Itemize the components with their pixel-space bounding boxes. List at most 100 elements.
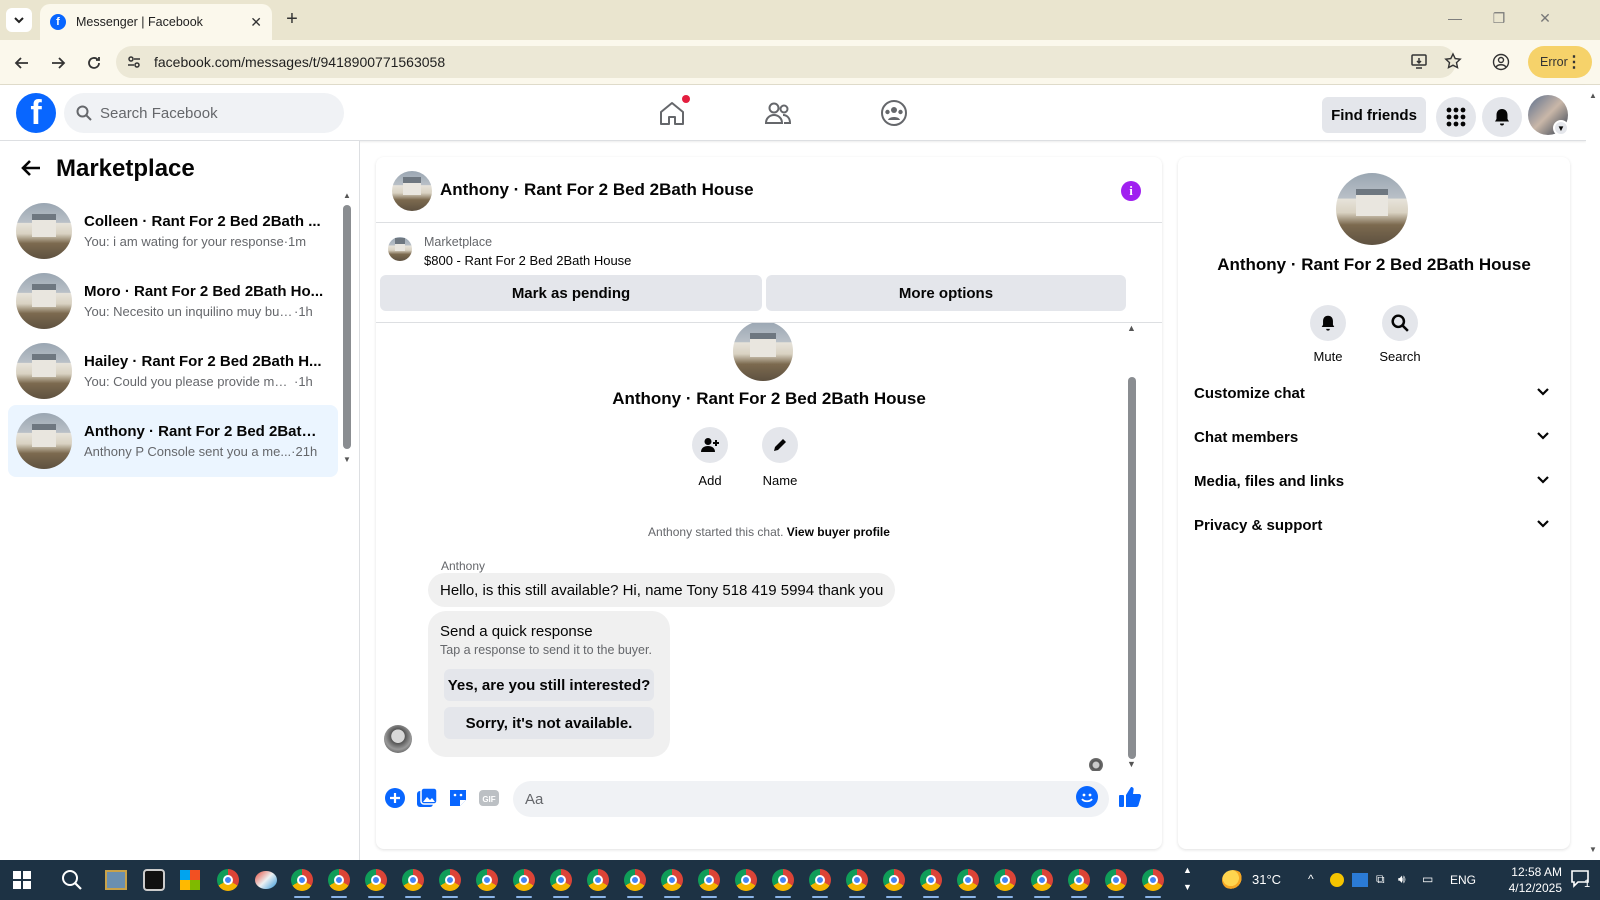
taskbar-chrome[interactable] <box>1139 866 1167 898</box>
scroll-down-icon[interactable]: ▼ <box>1127 759 1136 769</box>
taskbar-chrome[interactable] <box>510 866 538 898</box>
info-icon[interactable]: i <box>1121 181 1141 201</box>
taskbar-chrome[interactable] <box>732 866 760 898</box>
close-window-button[interactable]: ✕ <box>1530 10 1560 27</box>
profile-avatar[interactable] <box>1336 173 1408 245</box>
scroll-down-icon[interactable]: ▼ <box>1589 845 1597 854</box>
add-button[interactable]: Add <box>675 427 745 488</box>
taskbar-overflow-arrows[interactable]: ▲ ▼ <box>1183 862 1192 896</box>
reload-button[interactable] <box>82 51 106 75</box>
search-in-chat-button[interactable]: Search <box>1370 305 1430 364</box>
gif-button[interactable]: GIF <box>478 787 500 809</box>
browser-tab[interactable]: f Messenger | Facebook ✕ <box>40 4 272 40</box>
scroll-up-icon[interactable]: ▲ <box>1127 323 1136 333</box>
sender-avatar[interactable] <box>384 725 412 753</box>
name-button[interactable]: Name <box>745 427 815 488</box>
conversation-item[interactable]: Hailey · Rant For 2 Bed 2Bath H... You: … <box>8 335 338 407</box>
view-buyer-profile-link[interactable]: View buyer profile <box>787 525 890 539</box>
temperature[interactable]: 31°C <box>1252 872 1281 887</box>
taskbar-chrome[interactable] <box>695 866 723 898</box>
taskbar-chrome[interactable] <box>1028 866 1056 898</box>
taskbar-chrome[interactable] <box>806 866 834 898</box>
taskbar-chrome[interactable] <box>288 866 316 898</box>
like-button[interactable] <box>1118 785 1142 807</box>
clock[interactable]: 12:58 AM 4/12/2025 <box>1492 864 1562 896</box>
taskbar-chrome[interactable] <box>769 866 797 898</box>
message-bubble[interactable]: Hello, is this still available? Hi, name… <box>428 573 896 607</box>
friends-nav-button[interactable] <box>762 97 794 129</box>
taskbar-chrome[interactable] <box>473 866 501 898</box>
taskbar-chrome[interactable] <box>954 866 982 898</box>
taskbar-app-icon[interactable] <box>102 866 130 894</box>
more-options-button[interactable]: More options <box>766 275 1126 311</box>
taskbar-search-button[interactable] <box>58 866 86 894</box>
scrollbar-thumb[interactable] <box>343 205 351 449</box>
restore-button[interactable]: ❐ <box>1484 10 1514 27</box>
scroll-down-icon[interactable]: ▼ <box>343 455 351 464</box>
more-actions-button[interactable] <box>384 787 406 809</box>
new-tab-button[interactable]: + <box>280 8 304 31</box>
chat-scrollbar[interactable]: ▲ ▼ <box>1126 323 1138 771</box>
site-settings-icon[interactable] <box>126 54 142 70</box>
chat-title[interactable]: Anthony · Rant For 2 Bed 2Bath House <box>440 180 754 200</box>
start-button[interactable] <box>8 866 36 894</box>
taskbar-chrome[interactable] <box>547 866 575 898</box>
taskbar-chrome[interactable] <box>917 866 945 898</box>
taskbar-app-icon[interactable] <box>252 866 280 894</box>
quick-reply-button[interactable]: Sorry, it's not available. <box>444 707 654 739</box>
tray-app-icon[interactable] <box>1330 873 1344 887</box>
address-bar[interactable]: facebook.com/messages/t/9418900771563058 <box>116 46 1456 78</box>
facebook-search-input[interactable]: Search Facebook <box>64 93 344 133</box>
sticker-button[interactable] <box>447 787 469 809</box>
chat-members-section[interactable]: Chat members <box>1194 415 1554 459</box>
network-adapter-icon[interactable]: ⧉ <box>1376 872 1385 887</box>
taskbar-chrome[interactable] <box>362 866 390 898</box>
forward-button[interactable] <box>46 51 70 75</box>
menu-button[interactable] <box>1436 97 1476 137</box>
taskbar-app-icon[interactable] <box>176 866 204 894</box>
notification-center-button[interactable]: 1 <box>1570 868 1592 890</box>
network-icon[interactable]: ▭ <box>1422 872 1433 886</box>
weather-icon[interactable] <box>1222 870 1244 890</box>
back-button[interactable] <box>20 159 42 177</box>
browser-error-button[interactable]: Error ⋮ <box>1528 46 1592 78</box>
close-tab-icon[interactable]: ✕ <box>250 14 262 31</box>
show-hidden-icons[interactable]: ^ <box>1308 872 1314 886</box>
notifications-button[interactable] <box>1482 97 1522 137</box>
back-button[interactable] <box>10 51 34 75</box>
facebook-logo-icon[interactable]: f <box>16 93 56 133</box>
taskbar-chrome[interactable] <box>1102 866 1130 898</box>
taskbar-chrome[interactable] <box>399 866 427 898</box>
emoji-icon[interactable] <box>1076 786 1098 808</box>
message-input[interactable]: Aa <box>513 781 1109 817</box>
groups-nav-button[interactable] <box>878 97 910 129</box>
taskbar-chrome[interactable] <box>991 866 1019 898</box>
minimize-button[interactable]: — <box>1440 10 1470 26</box>
install-app-icon[interactable] <box>1410 52 1428 70</box>
mark-as-pending-button[interactable]: Mark as pending <box>380 275 762 311</box>
scroll-up-icon[interactable]: ▲ <box>1589 91 1597 100</box>
scroll-up-icon[interactable]: ▲ <box>343 191 351 200</box>
chevron-down-icon[interactable]: ▼ <box>1553 120 1569 136</box>
volume-icon[interactable]: 🔊︎ <box>1398 872 1406 887</box>
scrollbar-thumb[interactable] <box>1128 377 1136 759</box>
conversation-item-active[interactable]: Anthony · Rant For 2 Bed 2Bath ... Antho… <box>8 405 338 477</box>
sidebar-scrollbar[interactable]: ▲ ▼ <box>342 191 352 471</box>
taskbar-chrome[interactable] <box>843 866 871 898</box>
taskbar-app-icon[interactable] <box>140 866 168 894</box>
conversation-item[interactable]: Colleen · Rant For 2 Bed 2Bath ... You: … <box>8 195 338 267</box>
language-indicator[interactable]: ENG <box>1450 873 1476 887</box>
taskbar-chrome[interactable] <box>658 866 686 898</box>
privacy-support-section[interactable]: Privacy & support <box>1194 503 1554 547</box>
taskbar-chrome[interactable] <box>880 866 908 898</box>
taskbar-chrome[interactable] <box>584 866 612 898</box>
quick-reply-button[interactable]: Yes, are you still interested? <box>444 669 654 701</box>
taskbar-chrome[interactable] <box>621 866 649 898</box>
taskbar-chrome[interactable] <box>1065 866 1093 898</box>
taskbar-chrome[interactable] <box>436 866 464 898</box>
listing-thumbnail[interactable] <box>388 237 412 261</box>
attach-photo-button[interactable] <box>416 787 438 809</box>
page-scrollbar[interactable]: ▲ ▼ <box>1586 85 1600 860</box>
taskbar-chrome[interactable] <box>214 866 242 894</box>
mute-button[interactable]: Mute <box>1298 305 1358 364</box>
